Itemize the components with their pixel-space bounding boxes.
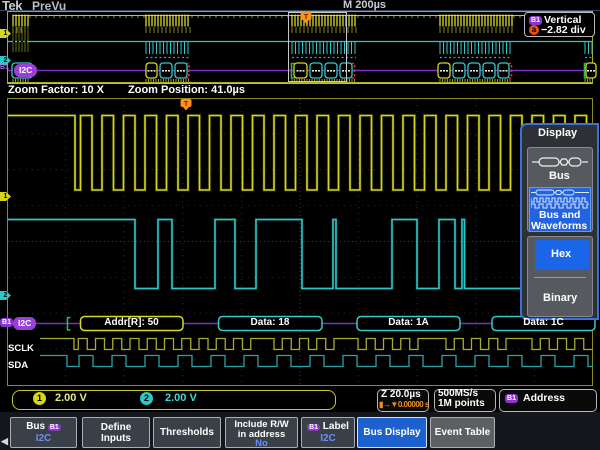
svg-text:T: T (184, 99, 189, 108)
svg-text:T: T (304, 12, 309, 21)
